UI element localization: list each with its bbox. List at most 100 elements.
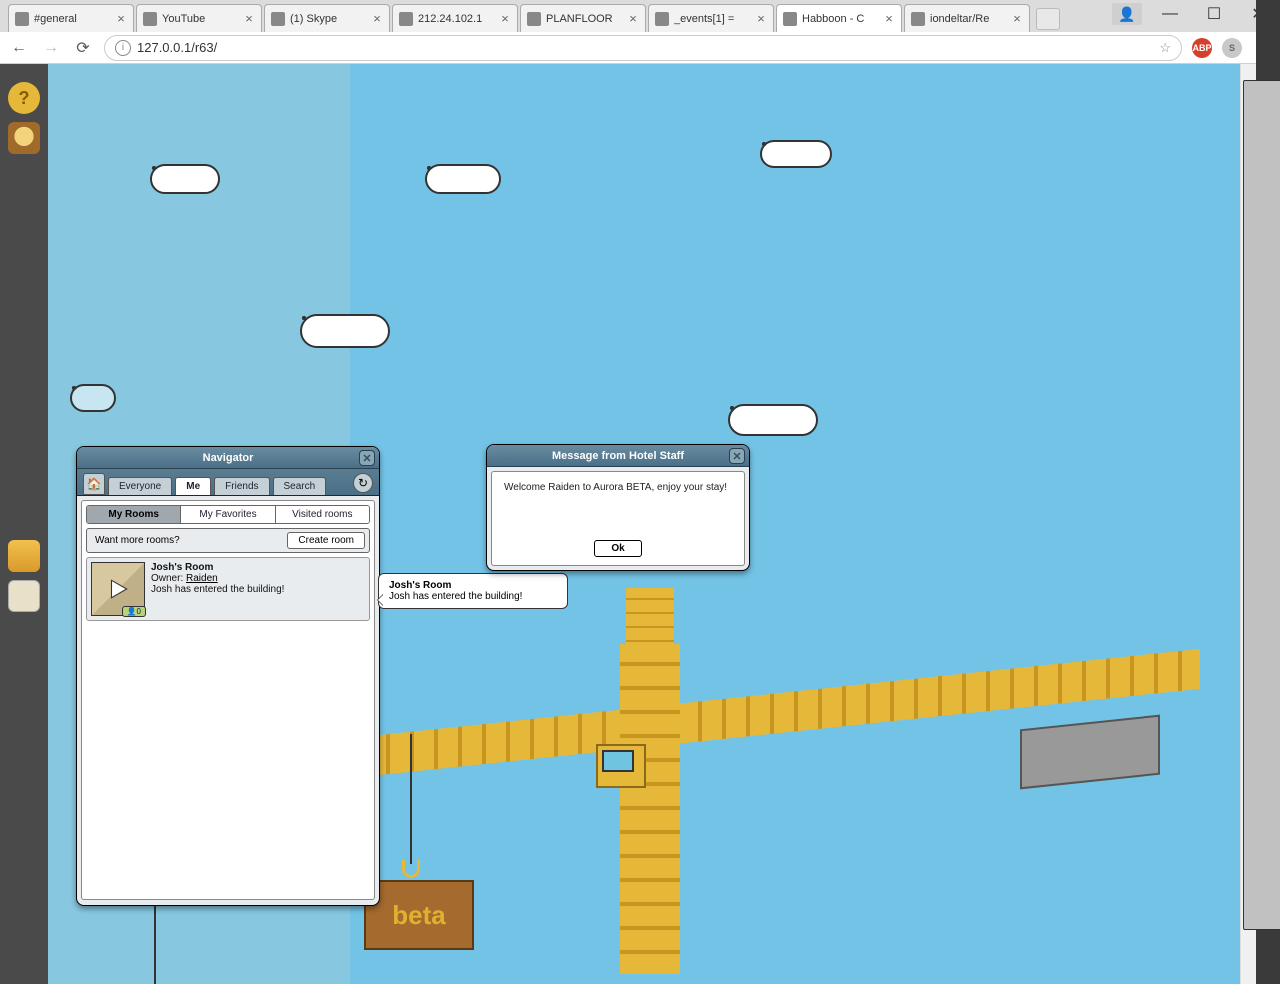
catalog-icon[interactable] bbox=[8, 580, 40, 612]
tab-planfloor[interactable]: PLANFLOOR× bbox=[520, 4, 646, 32]
navigator-title: Navigator bbox=[203, 452, 254, 464]
room-user-count-badge: 👤0 bbox=[122, 606, 146, 617]
left-rail: ? bbox=[0, 64, 48, 984]
maximize-button[interactable]: ☐ bbox=[1192, 0, 1236, 28]
forward-button[interactable]: → bbox=[40, 37, 62, 59]
close-icon[interactable]: × bbox=[499, 13, 511, 25]
tab-title: _events[1] = bbox=[674, 13, 755, 25]
tab-skype[interactable]: (1) Skype× bbox=[264, 4, 390, 32]
tab-github[interactable]: iondeltar/Re× bbox=[904, 4, 1030, 32]
habbo-icon bbox=[783, 12, 797, 26]
close-icon[interactable]: × bbox=[627, 13, 639, 25]
room-meta: Josh's Room Owner: Raiden Josh has enter… bbox=[151, 562, 284, 616]
navigator-tabs: 🏠 Everyone Me Friends Search ↻ bbox=[77, 469, 379, 496]
tooltip-title: Josh's Room bbox=[389, 580, 557, 591]
refresh-icon[interactable]: ↻ bbox=[353, 473, 373, 493]
navigator-body: My Rooms My Favorites Visited rooms Want… bbox=[81, 500, 375, 900]
want-more-label: Want more rooms? bbox=[95, 535, 281, 546]
navigator-subtabs: My Rooms My Favorites Visited rooms bbox=[86, 505, 370, 524]
tab-me[interactable]: Me bbox=[175, 477, 211, 495]
tab-habboon[interactable]: Habboon - C× bbox=[776, 4, 902, 32]
staff-message-window[interactable]: Message from Hotel Staff ✕ Welcome Raide… bbox=[486, 444, 750, 571]
tab-title: #general bbox=[34, 13, 115, 25]
staff-message-titlebar[interactable]: Message from Hotel Staff ✕ bbox=[487, 445, 749, 467]
minimize-button[interactable]: — bbox=[1148, 0, 1192, 28]
help-icon[interactable]: ? bbox=[8, 82, 40, 114]
cloud-icon bbox=[300, 314, 390, 348]
sky-right bbox=[350, 64, 1240, 984]
subtab-my-favorites[interactable]: My Favorites bbox=[181, 506, 275, 523]
close-icon[interactable]: × bbox=[371, 13, 383, 25]
subtab-my-rooms[interactable]: My Rooms bbox=[87, 506, 181, 523]
tab-everyone[interactable]: Everyone bbox=[108, 477, 172, 495]
omnibox[interactable]: i 127.0.0.1/r63/ ☆ bbox=[104, 35, 1182, 61]
profile-icon[interactable]: 👤 bbox=[1112, 3, 1142, 25]
tab-title: Habboon - C bbox=[802, 13, 883, 25]
youtube-icon bbox=[143, 12, 157, 26]
cloud-icon bbox=[728, 404, 818, 436]
room-name: Josh's Room bbox=[151, 562, 284, 573]
url-text: 127.0.0.1/r63/ bbox=[137, 40, 1159, 55]
create-room-button[interactable]: Create room bbox=[287, 532, 365, 549]
tab-ip[interactable]: 212.24.102.1× bbox=[392, 4, 518, 32]
close-icon[interactable]: × bbox=[883, 13, 895, 25]
cloud-icon bbox=[760, 140, 832, 168]
tab-title: iondeltar/Re bbox=[930, 13, 1011, 25]
room-owner: Owner: Raiden bbox=[151, 573, 284, 584]
ok-button[interactable]: Ok bbox=[594, 540, 641, 557]
tab-title: (1) Skype bbox=[290, 13, 371, 25]
tab-friends[interactable]: Friends bbox=[214, 477, 269, 495]
reload-button[interactable]: ⟳ bbox=[72, 37, 94, 59]
cloud-icon bbox=[70, 384, 116, 412]
vertical-scrollbar[interactable] bbox=[1240, 64, 1256, 984]
abp-extension-icon[interactable]: ABP bbox=[1192, 38, 1212, 58]
github-icon bbox=[911, 12, 925, 26]
navigator-window[interactable]: Navigator ✕ 🏠 Everyone Me Friends Search… bbox=[76, 446, 380, 906]
navigator-titlebar[interactable]: Navigator ✕ bbox=[77, 447, 379, 469]
subtab-visited-rooms[interactable]: Visited rooms bbox=[276, 506, 369, 523]
page-viewport: beta ? Navigator ✕ 🏠 Everyone Me Friends… bbox=[0, 64, 1240, 984]
back-button[interactable]: ← bbox=[8, 37, 30, 59]
file-icon bbox=[399, 12, 413, 26]
tab-general[interactable]: #general× bbox=[8, 4, 134, 32]
site-info-icon[interactable]: i bbox=[115, 40, 131, 56]
close-icon[interactable]: × bbox=[1011, 13, 1023, 25]
room-thumbnail[interactable]: 👤0 bbox=[91, 562, 145, 616]
room-list-item[interactable]: 👤0 Josh's Room Owner: Raiden Josh has en… bbox=[86, 557, 370, 621]
new-tab-button[interactable] bbox=[1036, 8, 1060, 30]
scrollbar-thumb[interactable] bbox=[1243, 80, 1280, 930]
close-icon[interactable]: × bbox=[115, 13, 127, 25]
browser-chrome: #general× YouTube× (1) Skype× 212.24.102… bbox=[0, 0, 1280, 64]
nest-icon[interactable] bbox=[8, 122, 40, 154]
tab-youtube[interactable]: YouTube× bbox=[136, 4, 262, 32]
hotel-icon[interactable] bbox=[8, 540, 40, 572]
room-tooltip: Josh's Room Josh has entered the buildin… bbox=[378, 573, 568, 609]
tab-events[interactable]: _events[1] =× bbox=[648, 4, 774, 32]
discord-icon bbox=[15, 12, 29, 26]
close-icon[interactable]: × bbox=[755, 13, 767, 25]
address-bar: ← → ⟳ i 127.0.0.1/r63/ ☆ ABP S bbox=[0, 32, 1280, 64]
skype-extension-icon[interactable]: S bbox=[1222, 38, 1242, 58]
hotel-view: beta ? Navigator ✕ 🏠 Everyone Me Friends… bbox=[0, 64, 1240, 984]
window-controls: 👤 — ☐ ✕ bbox=[1112, 0, 1280, 28]
room-owner-link[interactable]: Raiden bbox=[186, 573, 218, 584]
want-more-rooms-row: Want more rooms? Create room bbox=[86, 528, 370, 553]
staff-message-title: Message from Hotel Staff bbox=[552, 450, 684, 462]
tab-title: YouTube bbox=[162, 13, 243, 25]
tooltip-text: Josh has entered the building! bbox=[389, 591, 522, 602]
tab-title: 212.24.102.1 bbox=[418, 13, 499, 25]
cloud-icon bbox=[150, 164, 220, 194]
room-description: Josh has entered the building! bbox=[151, 584, 284, 595]
bin-icon bbox=[655, 12, 669, 26]
official-rooms-tab-icon[interactable]: 🏠 bbox=[83, 473, 105, 495]
close-icon[interactable]: ✕ bbox=[729, 448, 745, 464]
play-icon bbox=[105, 576, 131, 602]
tab-search[interactable]: Search bbox=[273, 477, 327, 495]
close-icon[interactable]: × bbox=[243, 13, 255, 25]
swf-icon bbox=[527, 12, 541, 26]
bookmark-star-icon[interactable]: ☆ bbox=[1159, 40, 1171, 56]
close-icon[interactable]: ✕ bbox=[359, 450, 375, 466]
tab-strip: #general× YouTube× (1) Skype× 212.24.102… bbox=[0, 0, 1280, 32]
staff-message-text: Welcome Raiden to Aurora BETA, enjoy you… bbox=[504, 482, 732, 540]
skype-icon bbox=[271, 12, 285, 26]
